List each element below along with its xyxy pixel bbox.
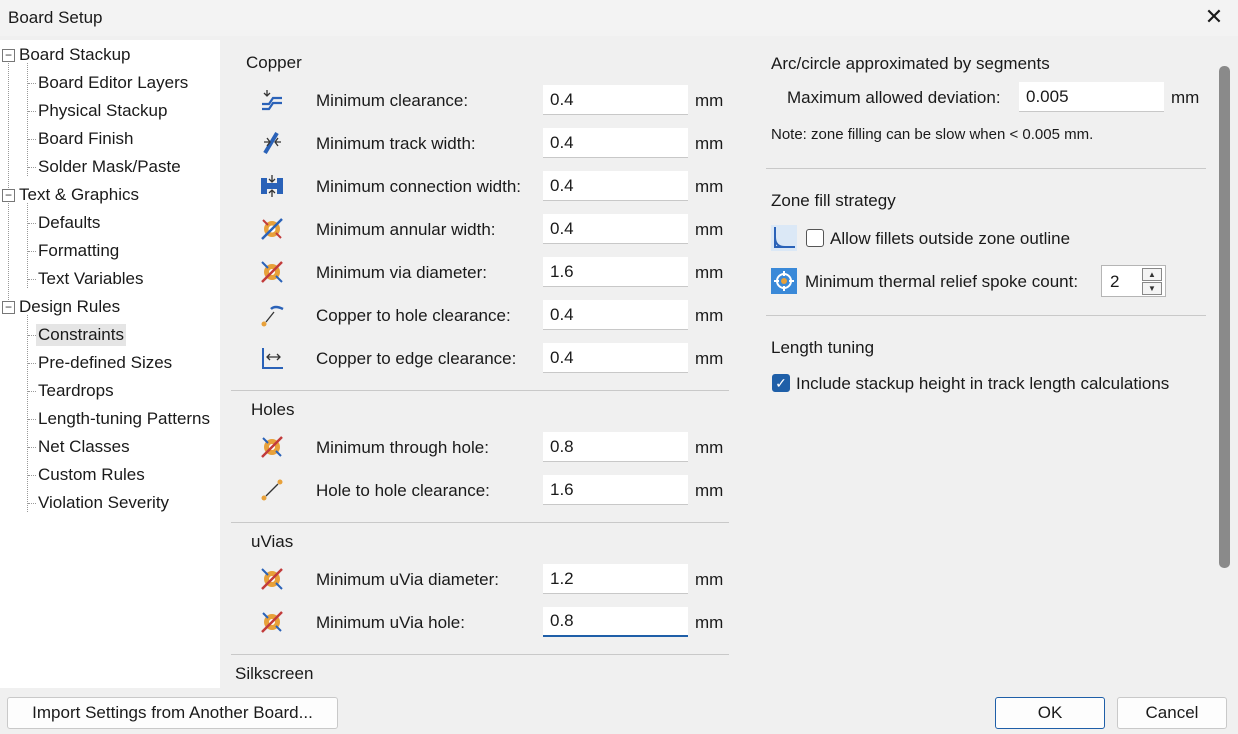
length-tuning-section-title: Length tuning	[771, 338, 875, 357]
collapse-toggle-design-rules[interactable]: −	[2, 301, 15, 314]
min-clearance-input[interactable]	[543, 85, 688, 115]
separator	[231, 390, 729, 391]
spoke-count-value: 2	[1110, 272, 1120, 291]
fillet-icon	[771, 225, 797, 251]
settings-tree: − − − Board Stackup Board Editor Layers …	[0, 40, 220, 688]
unit-label: mm	[695, 263, 724, 282]
min-via-diameter-input[interactable]	[543, 257, 688, 287]
tree-item-solder-mask-paste[interactable]: Solder Mask/Paste	[38, 156, 181, 178]
tree-item-text-graphics[interactable]: Text & Graphics	[19, 184, 139, 206]
arc-section-title: Arc/circle approximated by segments	[771, 54, 1050, 73]
collapse-toggle-board-stackup[interactable]: −	[2, 49, 15, 62]
zone-fill-note: Note: zone filling can be slow when < 0.…	[771, 126, 1094, 143]
unit-label: mm	[695, 306, 724, 325]
allow-fillets-checkbox[interactable]	[806, 229, 824, 247]
spoke-count-spinner[interactable]: 2 ▲ ▼	[1101, 265, 1166, 297]
unit-label: mm	[695, 481, 724, 500]
spoke-count-label: Minimum thermal relief spoke count:	[805, 272, 1079, 291]
cancel-button[interactable]: Cancel	[1117, 697, 1227, 729]
include-stackup-checkbox[interactable]: ✓	[772, 374, 790, 392]
tree-item-length-tuning-patterns[interactable]: Length-tuning Patterns	[38, 408, 210, 430]
ok-button[interactable]: OK	[995, 697, 1105, 729]
separator	[766, 168, 1206, 169]
hole-to-hole-input[interactable]	[543, 475, 688, 505]
tree-item-violation-severity[interactable]: Violation Severity	[38, 492, 169, 514]
tree-item-formatting[interactable]: Formatting	[38, 240, 119, 262]
min-uvia-diameter-label: Minimum uVia diameter:	[316, 570, 499, 589]
uvia-hole-icon	[261, 611, 283, 633]
uvias-section-title: uVias	[251, 532, 294, 551]
separator	[766, 315, 1206, 316]
copper-edge-clearance-label: Copper to edge clearance:	[316, 349, 517, 368]
unit-label: mm	[695, 570, 724, 589]
via-diameter-icon	[261, 261, 283, 283]
spin-up-icon[interactable]: ▲	[1142, 268, 1162, 281]
copper-hole-clearance-input[interactable]	[543, 300, 688, 330]
thermal-relief-icon	[771, 268, 797, 294]
unit-label: mm	[695, 134, 724, 153]
max-deviation-label: Maximum allowed deviation:	[787, 88, 1001, 107]
tree-item-teardrops[interactable]: Teardrops	[38, 380, 114, 402]
unit-label: mm	[695, 613, 724, 632]
tree-item-board-finish[interactable]: Board Finish	[38, 128, 133, 150]
min-through-hole-input[interactable]	[543, 432, 688, 462]
min-clearance-label: Minimum clearance:	[316, 91, 469, 110]
edge-clearance-icon	[262, 348, 283, 369]
min-via-diameter-label: Minimum via diameter:	[316, 263, 487, 282]
unit-label: mm	[695, 438, 724, 457]
title-bar	[0, 0, 1238, 36]
tree-item-predefined-sizes[interactable]: Pre-defined Sizes	[38, 352, 172, 374]
tree-item-constraints[interactable]: Constraints	[36, 324, 126, 346]
unit-label: mm	[695, 349, 724, 368]
silkscreen-section-title: Silkscreen	[235, 664, 314, 683]
min-uvia-diameter-input[interactable]	[543, 564, 688, 594]
uvia-diameter-icon	[261, 568, 283, 590]
holes-section-title: Holes	[251, 400, 295, 419]
min-annular-width-label: Minimum annular width:	[316, 220, 496, 239]
min-uvia-hole-input[interactable]	[543, 607, 688, 637]
allow-fillets-label[interactable]: Allow fillets outside zone outline	[830, 229, 1070, 249]
copper-hole-clearance-label: Copper to hole clearance:	[316, 306, 511, 325]
clearance-icon	[262, 90, 282, 111]
spin-down-icon[interactable]: ▼	[1142, 282, 1162, 295]
connection-width-icon	[261, 175, 283, 197]
min-annular-width-input[interactable]	[543, 214, 688, 244]
max-deviation-input[interactable]	[1019, 82, 1164, 112]
tree-item-board-editor-layers[interactable]: Board Editor Layers	[38, 72, 188, 94]
annular-width-icon	[261, 218, 283, 240]
tree-item-design-rules[interactable]: Design Rules	[19, 296, 120, 318]
tree-item-custom-rules[interactable]: Custom Rules	[38, 464, 145, 486]
through-hole-icon	[261, 436, 283, 458]
import-settings-button[interactable]: Import Settings from Another Board...	[7, 697, 338, 729]
tree-item-physical-stackup[interactable]: Physical Stackup	[38, 100, 167, 122]
tree-item-board-stackup[interactable]: Board Stackup	[19, 44, 131, 66]
include-stackup-label[interactable]: Include stackup height in track length c…	[796, 374, 1169, 394]
tree-item-net-classes[interactable]: Net Classes	[38, 436, 130, 458]
tree-item-defaults[interactable]: Defaults	[38, 212, 100, 234]
unit-label: mm	[1171, 88, 1200, 107]
min-through-hole-label: Minimum through hole:	[316, 438, 489, 457]
separator	[231, 522, 729, 523]
copper-section-title: Copper	[246, 53, 302, 72]
zone-fill-section-title: Zone fill strategy	[771, 191, 896, 210]
min-connection-width-input[interactable]	[543, 171, 688, 201]
close-icon[interactable]: ✕	[1203, 4, 1225, 30]
min-connection-width-label: Minimum connection width:	[316, 177, 522, 196]
track-width-icon	[263, 131, 281, 155]
min-track-width-label: Minimum track width:	[316, 134, 476, 153]
unit-label: mm	[695, 177, 724, 196]
copper-edge-clearance-input[interactable]	[543, 343, 688, 373]
unit-label: mm	[695, 91, 724, 110]
scrollbar-thumb[interactable]	[1219, 66, 1230, 568]
min-uvia-hole-label: Minimum uVia hole:	[316, 613, 465, 632]
min-track-width-input[interactable]	[543, 128, 688, 158]
separator	[231, 654, 729, 655]
hole-clearance-icon	[261, 305, 284, 327]
tree-item-text-variables[interactable]: Text Variables	[38, 268, 144, 290]
collapse-toggle-text-graphics[interactable]: −	[2, 189, 15, 202]
unit-label: mm	[695, 220, 724, 239]
window-title: Board Setup	[8, 8, 103, 27]
hole-to-hole-label: Hole to hole clearance:	[316, 481, 490, 500]
hole-to-hole-icon	[261, 479, 283, 501]
